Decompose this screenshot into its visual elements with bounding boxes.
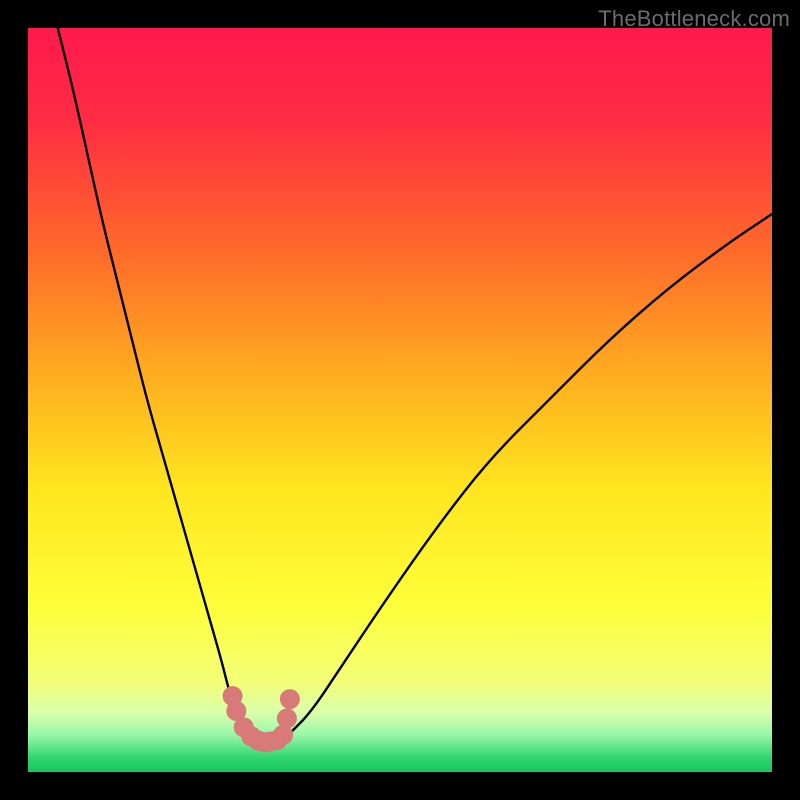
plot-svg [28, 28, 772, 772]
highlight-dot [280, 689, 300, 709]
highlight-dot [277, 708, 297, 728]
chart-container: TheBottleneck.com [0, 0, 800, 800]
plot-area [28, 28, 772, 772]
gradient-background [28, 28, 772, 772]
